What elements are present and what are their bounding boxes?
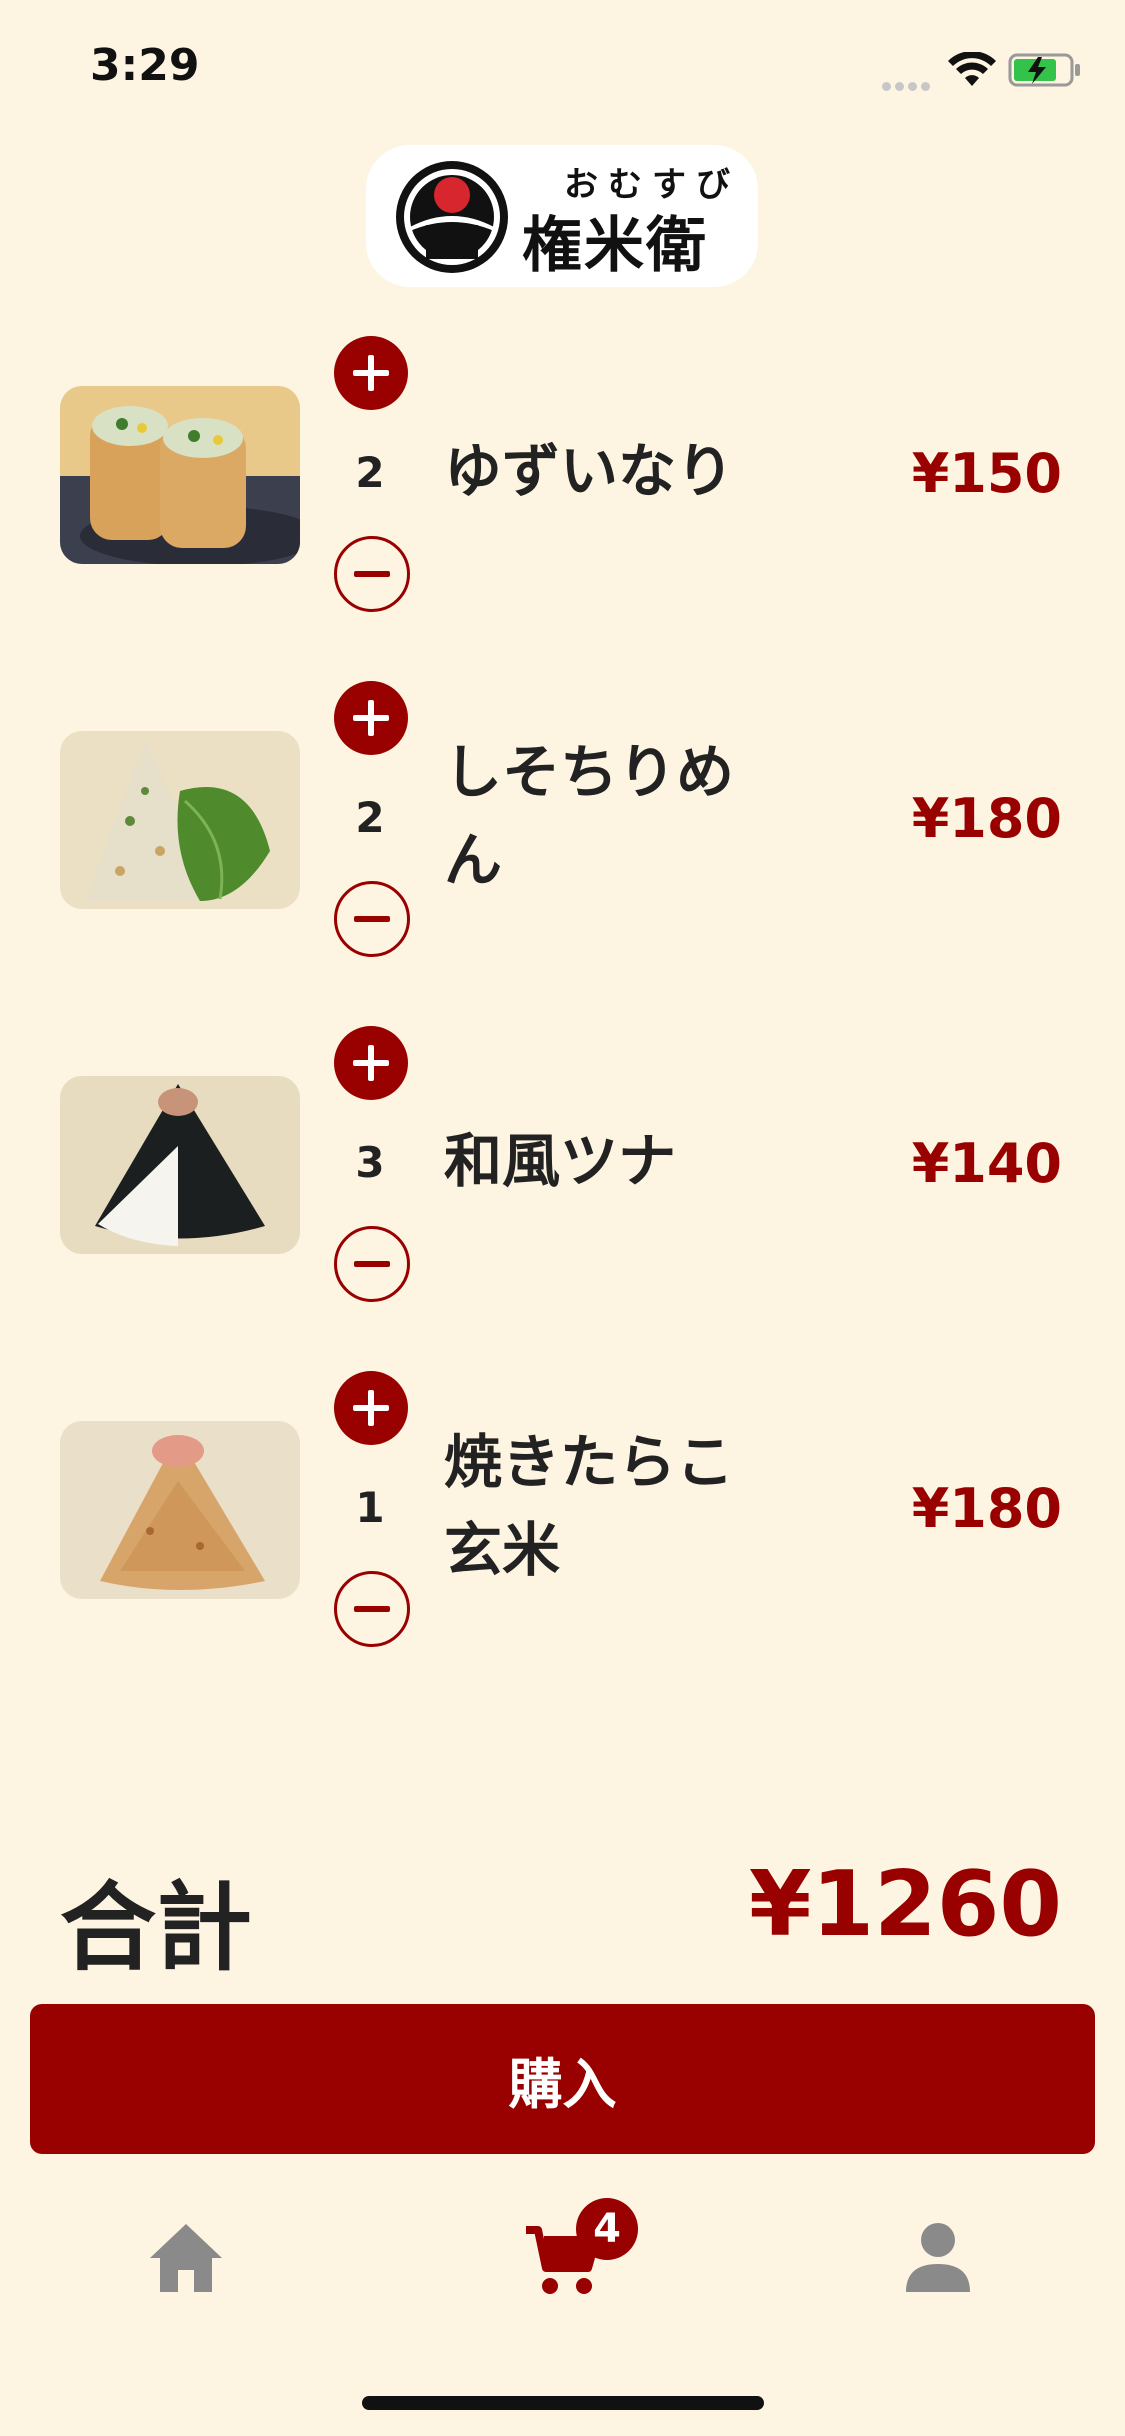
total-label: 合計 — [60, 1872, 252, 1984]
tab-home[interactable] — [86, 2190, 286, 2330]
cart-item: 2 ゆずいなり ¥150 — [0, 336, 1125, 636]
person-icon — [906, 2223, 970, 2292]
item-name: 和風ツナ — [444, 1127, 677, 1195]
tab-profile[interactable] — [838, 2190, 1038, 2330]
total-value: ¥1260 — [748, 1852, 1062, 1957]
increase-quantity-button[interactable] — [334, 1371, 408, 1445]
tab-bar: 4 — [0, 2190, 1125, 2330]
increase-quantity-button[interactable] — [334, 681, 408, 755]
logo-name: 権米衛 — [522, 211, 708, 281]
purchase-button[interactable]: 購入 — [30, 2004, 1095, 2154]
cart-item: 2 しそちりめん ¥180 — [0, 681, 1125, 981]
item-photo — [60, 731, 300, 909]
item-name: 焼きたらこ玄米 — [444, 1428, 735, 1584]
item-price: ¥180 — [911, 787, 1062, 850]
decrease-quantity-button[interactable] — [334, 881, 410, 957]
wifi-icon — [948, 52, 996, 86]
item-photo — [60, 386, 300, 564]
cart-item: 1 焼きたらこ玄米 ¥180 — [0, 1371, 1125, 1671]
item-price: ¥150 — [911, 442, 1062, 505]
item-price: ¥140 — [911, 1132, 1062, 1195]
tab-cart[interactable]: 4 — [462, 2190, 662, 2330]
item-quantity: 1 — [355, 1483, 385, 1532]
cart-badge: 4 — [576, 2198, 638, 2260]
home-indicator — [362, 2396, 764, 2410]
item-name: ゆずいなり — [444, 437, 735, 505]
status-time: 3:29 — [90, 40, 200, 91]
brand-logo: おむすび 権米衛 — [366, 145, 758, 287]
signal-icon — [882, 76, 934, 91]
item-quantity: 3 — [355, 1138, 385, 1187]
increase-quantity-button[interactable] — [334, 336, 408, 410]
decrease-quantity-button[interactable] — [334, 1571, 410, 1647]
decrease-quantity-button[interactable] — [334, 536, 410, 612]
status-bar: 3:29 — [0, 0, 1125, 140]
home-icon — [150, 2224, 222, 2292]
item-quantity: 2 — [355, 448, 385, 497]
item-name: しそちりめん — [444, 738, 735, 894]
item-quantity: 2 — [355, 793, 385, 842]
item-price: ¥180 — [911, 1477, 1062, 1540]
logo-mark-icon — [396, 161, 508, 273]
battery-icon — [1008, 53, 1080, 87]
item-photo — [60, 1076, 300, 1254]
item-photo — [60, 1421, 300, 1599]
decrease-quantity-button[interactable] — [334, 1226, 410, 1302]
increase-quantity-button[interactable] — [334, 1026, 408, 1100]
cart-item: 3 和風ツナ ¥140 — [0, 1026, 1125, 1326]
